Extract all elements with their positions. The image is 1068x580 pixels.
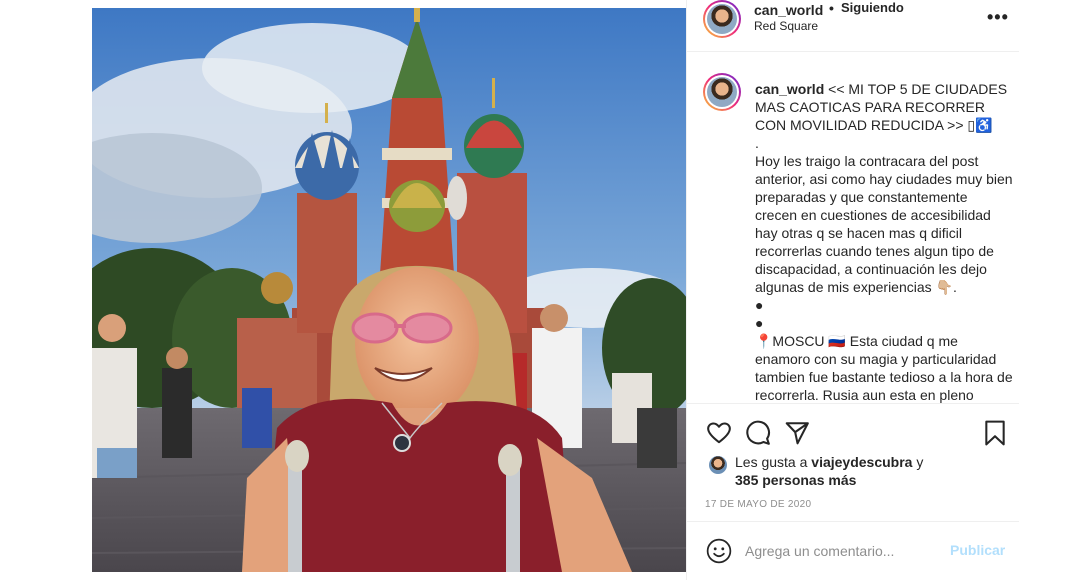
author-avatar[interactable] bbox=[703, 0, 741, 38]
header-username[interactable]: can_world bbox=[754, 2, 823, 18]
smiley-icon[interactable] bbox=[706, 538, 732, 564]
liker-username[interactable]: viajeydescubra bbox=[811, 454, 912, 470]
comment-icon[interactable] bbox=[745, 420, 771, 446]
liker-avatar[interactable] bbox=[709, 456, 727, 474]
caption-dot: . bbox=[755, 135, 759, 151]
bookmark-icon[interactable] bbox=[982, 420, 1008, 446]
post-caption: can_world << MI TOP 5 DE CIUDADES MAS CA… bbox=[755, 80, 1013, 403]
more-horizontal-icon[interactable]: ••• bbox=[987, 7, 1009, 28]
heart-icon[interactable] bbox=[706, 420, 732, 446]
caption-bullet: ● bbox=[755, 315, 764, 331]
caption-username[interactable]: can_world bbox=[755, 81, 824, 97]
caption-paragraph: Hoy les traigo la contracara del post an… bbox=[755, 153, 1013, 295]
comment-input[interactable] bbox=[745, 539, 941, 563]
post-actions: Les gusta a viajeydescubra y 385 persona… bbox=[687, 403, 1019, 521]
comment-box: Publicar bbox=[687, 521, 1019, 580]
post-header: can_world • Siguiendo Red Square ••• bbox=[687, 0, 1019, 52]
post-comment-button[interactable]: Publicar bbox=[950, 542, 1005, 558]
post-date[interactable]: 17 DE MAYO DE 2020 bbox=[705, 499, 811, 510]
caption-first-line: can_world << MI TOP 5 DE CIUDADES MAS CA… bbox=[755, 80, 1013, 134]
likes-summary: Les gusta a viajeydescubra y bbox=[735, 454, 923, 470]
post-photo[interactable] bbox=[92, 8, 686, 572]
header-separator: • bbox=[829, 0, 834, 16]
location-link[interactable]: Red Square bbox=[754, 19, 818, 33]
likes-prefix: Les gusta a bbox=[735, 454, 808, 470]
post-side-panel: can_world • Siguiendo Red Square ••• can… bbox=[686, 0, 1019, 580]
post-image bbox=[92, 8, 686, 572]
caption-author-avatar[interactable] bbox=[703, 73, 741, 111]
caption-area: can_world << MI TOP 5 DE CIUDADES MAS CA… bbox=[687, 53, 1019, 403]
caption-bullet: ● bbox=[755, 297, 764, 313]
caption-moscu-paragraph: 📍MOSCU 🇷🇺 Esta ciudad q me enamoro con s… bbox=[755, 333, 1013, 403]
follow-status-button[interactable]: Siguiendo bbox=[841, 0, 904, 15]
likes-count[interactable]: 385 personas más bbox=[735, 472, 856, 488]
share-icon[interactable] bbox=[784, 420, 810, 446]
likes-suffix: y bbox=[916, 454, 924, 470]
